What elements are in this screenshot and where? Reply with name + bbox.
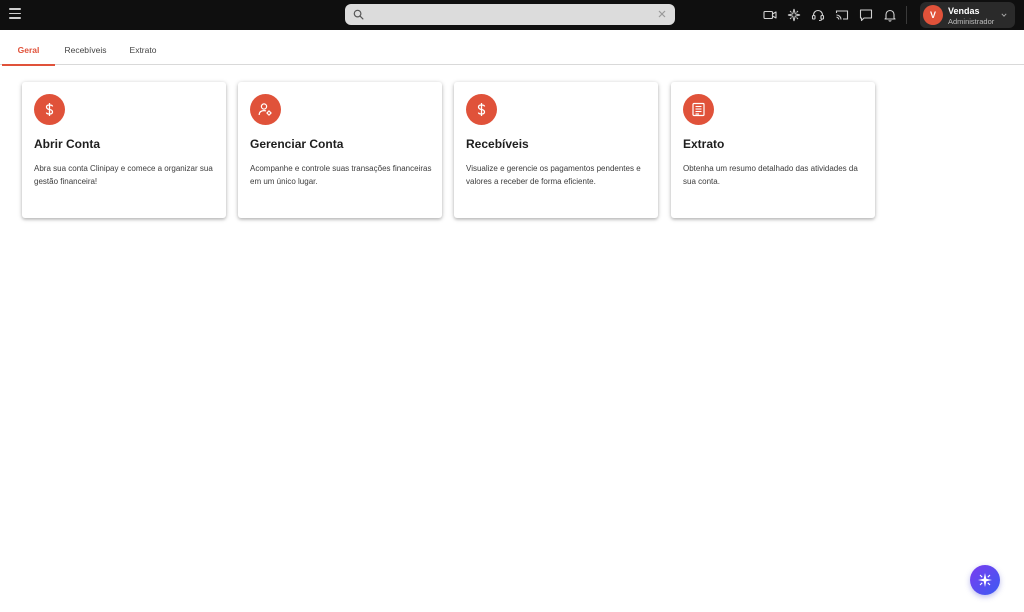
chevron-down-icon [1001, 13, 1007, 17]
bell-icon[interactable] [883, 8, 897, 22]
card-title: Abrir Conta [34, 137, 100, 151]
top-bar: V Vendas Administrador [0, 0, 1024, 30]
card-title: Extrato [683, 137, 725, 151]
card-gerenciar-conta[interactable]: Gerenciar Conta Acompanhe e controle sua… [238, 82, 442, 218]
search-box[interactable] [345, 4, 675, 25]
ai-assistant-button[interactable] [970, 565, 1000, 595]
card-description: Abra sua conta Clinipay e comece a organ… [34, 164, 213, 186]
tab-bar: Geral Recebíveis Extrato [0, 36, 1024, 66]
video-icon[interactable] [763, 8, 777, 22]
avatar: V [923, 5, 943, 25]
user-name: Vendas [948, 6, 980, 16]
document-icon [683, 94, 714, 125]
user-menu[interactable]: V Vendas Administrador [920, 2, 1015, 28]
sparkle-icon [978, 573, 992, 587]
card-abrir-conta[interactable]: Abrir Conta Abra sua conta Clinipay e co… [22, 82, 226, 218]
user-settings-icon [250, 94, 281, 125]
search-icon [353, 9, 364, 20]
card-description: Acompanhe e controle suas transações fin… [250, 164, 432, 186]
card-title: Gerenciar Conta [250, 137, 344, 151]
headset-icon[interactable] [811, 8, 825, 22]
cast-icon[interactable] [835, 8, 849, 22]
divider [906, 6, 907, 24]
tab-geral[interactable]: Geral [2, 36, 55, 66]
card-description: Obtenha um resumo detalhado das atividad… [683, 164, 858, 186]
dollar-icon [34, 94, 65, 125]
user-role: Administrador [948, 17, 995, 26]
tab-extrato[interactable]: Extrato [120, 36, 166, 65]
sparkle-icon[interactable] [787, 8, 801, 22]
menu-icon[interactable] [9, 8, 21, 20]
dollar-icon [466, 94, 497, 125]
card-recebiveis[interactable]: Recebíveis Visualize e gerencie os pagam… [454, 82, 658, 218]
card-description: Visualize e gerencie os pagamentos pende… [466, 164, 641, 186]
clear-icon[interactable] [658, 10, 666, 18]
card-extrato[interactable]: Extrato Obtenha um resumo detalhado das … [671, 82, 875, 218]
tab-recebiveis[interactable]: Recebíveis [57, 36, 114, 65]
search-input[interactable] [367, 6, 647, 23]
chat-icon[interactable] [859, 8, 873, 22]
card-title: Recebíveis [466, 137, 529, 151]
